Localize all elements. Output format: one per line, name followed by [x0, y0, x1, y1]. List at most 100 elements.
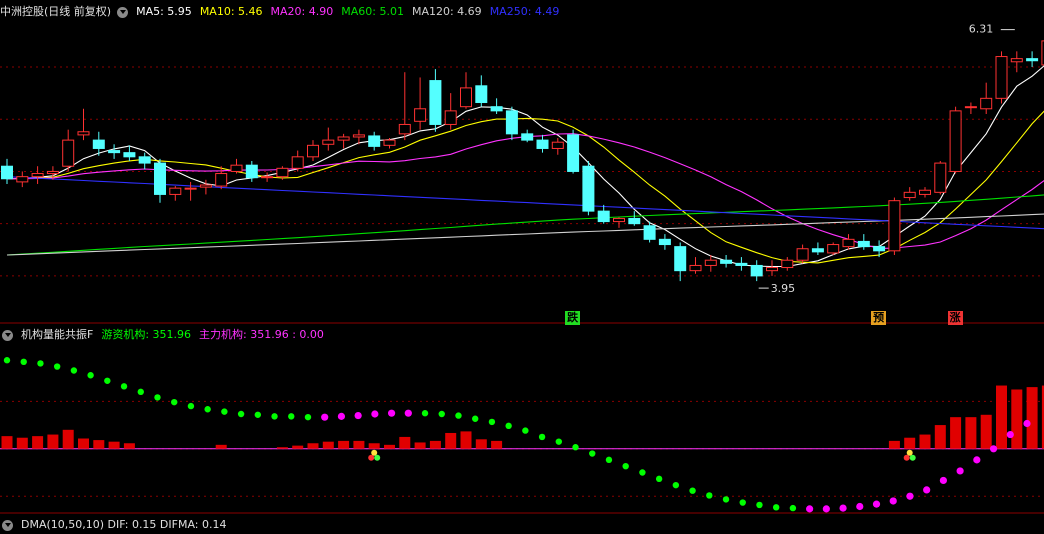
candle-body-10 — [154, 162, 166, 195]
volume-bar-26 — [399, 436, 411, 449]
indicator-dot-35 — [589, 450, 596, 457]
candle-body-50 — [766, 267, 778, 272]
volume-bar-29 — [445, 432, 457, 449]
candle-body-5 — [77, 131, 90, 136]
marker-1-green — [909, 454, 916, 461]
volume-bar-64 — [980, 414, 992, 449]
volume-bar-0 — [1, 436, 13, 449]
candle-body-6 — [92, 139, 105, 149]
candle-body-38 — [582, 165, 595, 212]
candle-body-30 — [460, 87, 472, 108]
indicator-dot-43 — [722, 496, 730, 503]
indicator-dot-9 — [154, 394, 161, 401]
indicator-dot-40 — [672, 481, 680, 489]
candle-body-57 — [873, 246, 886, 252]
candle-body-26 — [398, 123, 411, 135]
indicator-dot-31 — [522, 427, 529, 434]
indicator-dot-7 — [120, 383, 128, 390]
indicator-dot-45 — [756, 501, 763, 509]
candle-body-63 — [964, 106, 977, 109]
indicator-title: 机构量能共振F — [21, 328, 94, 341]
volume-bar-21 — [322, 441, 334, 449]
candle-body-8 — [123, 152, 136, 158]
volume-bar-65 — [996, 385, 1007, 449]
volume-bar-18 — [276, 447, 288, 449]
indicator-dot-5 — [87, 372, 94, 379]
volume-bar-2 — [32, 436, 44, 449]
candle-body-33 — [505, 110, 518, 135]
volume-bar-14 — [215, 444, 227, 449]
candle-body-48 — [735, 262, 748, 266]
indicator-dropdown-icon[interactable] — [2, 329, 13, 341]
indicator-dot-18 — [304, 413, 312, 421]
indicator-dot-33 — [555, 438, 563, 445]
indicator-header: 机构量能共振F 游资机构: 351.96 主力机构: 351.96 : 0.00 — [0, 326, 332, 344]
low-price-label: 3.95 — [771, 282, 796, 295]
dma-values: DMA(10,50,10) DIF: 0.15 DIFMA: 0.14 — [21, 518, 227, 531]
candle-body-53 — [811, 248, 824, 253]
volume-bar-1 — [16, 437, 28, 449]
candle-body-67 — [1026, 58, 1039, 62]
candle-body-25 — [383, 139, 396, 146]
indicator-dot-22 — [371, 410, 379, 418]
candle-body-0 — [1, 165, 13, 180]
volume-bar-60 — [919, 434, 931, 449]
candle-body-36 — [551, 141, 564, 149]
volume-bar-58 — [888, 440, 900, 449]
indicator-dot-15 — [254, 411, 262, 418]
ma-legend: MA5: 5.95 MA10: 5.46 MA20: 4.90 MA60: 5.01 M… — [136, 3, 567, 21]
volume-bar-5 — [78, 438, 89, 449]
volume-bar-31 — [475, 439, 487, 449]
volume-bar-3 — [47, 434, 59, 449]
indicator-dot-59 — [989, 445, 998, 453]
candle-body-3 — [46, 170, 59, 175]
candle-body-27 — [414, 108, 427, 122]
indicator-dot-56 — [939, 476, 947, 485]
indicator-legend-item-1: 主力机构: 351.96 : 0.00 — [199, 328, 324, 341]
candle-body-29 — [444, 110, 457, 125]
candle-body-40 — [613, 217, 625, 223]
indicator-dot-12 — [204, 406, 211, 413]
indicator-dot-8 — [137, 388, 144, 396]
volume-bar-20 — [307, 443, 319, 449]
indicator-dot-51 — [856, 502, 864, 511]
volume-bar-24 — [368, 443, 380, 449]
candle-body-12 — [184, 187, 197, 190]
candle-body-7 — [108, 150, 121, 154]
candle-body-28 — [429, 80, 442, 125]
ma-legend-item-0: MA5: 5.95 — [136, 5, 192, 18]
indicator-dot-24 — [404, 409, 412, 417]
volume-bar-61 — [934, 425, 946, 449]
indicator-dot-34 — [572, 444, 579, 451]
volume-bar-59 — [904, 437, 916, 449]
stock-chart[interactable]: 6.31 3.95 — [0, 0, 1044, 526]
indicator-dot-25 — [421, 410, 429, 417]
indicator-dot-46 — [772, 504, 780, 511]
candle-body-64 — [980, 97, 993, 110]
candle-body-66 — [1010, 58, 1023, 63]
settings-dropdown-icon[interactable] — [117, 6, 129, 18]
indicator-dot-26 — [438, 410, 445, 418]
indicator-dot-50 — [839, 504, 847, 512]
volume-bar-67 — [1026, 387, 1038, 449]
indicator-dot-53 — [889, 497, 897, 505]
candle-body-20 — [307, 144, 319, 158]
candle-body-32 — [490, 106, 503, 112]
ma-legend-item-3: MA60: 5.01 — [341, 5, 404, 18]
candle-body-43 — [658, 238, 671, 246]
candle-body-56 — [857, 240, 870, 248]
stock-title: 中洲控股(日线 前复权) — [0, 5, 112, 18]
signal-badge-0: 跌 — [565, 311, 581, 325]
candle-body-42 — [643, 225, 656, 240]
indicator-dot-60 — [1006, 430, 1014, 439]
indicator-dot-30 — [505, 422, 512, 430]
volume-bar-63 — [965, 417, 977, 449]
candle-body-13 — [199, 184, 212, 188]
candle-body-49 — [750, 264, 763, 277]
candle-body-24 — [368, 135, 381, 147]
volume-bar-22 — [338, 440, 350, 449]
candle-body-11 — [169, 187, 182, 195]
candle-body-58 — [888, 200, 901, 252]
indicator-dot-38 — [639, 469, 646, 476]
dma-dropdown-icon[interactable] — [2, 519, 13, 531]
